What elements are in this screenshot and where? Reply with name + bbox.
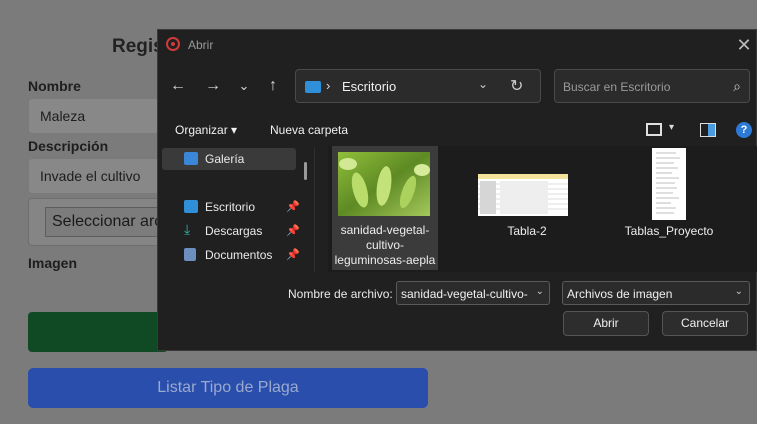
pane-divider[interactable] xyxy=(314,148,315,272)
new-folder-button[interactable]: Nueva carpeta xyxy=(270,123,348,137)
filename-value[interactable]: sanidad-vegetal-cultivo- xyxy=(401,287,531,301)
search-input[interactable]: Buscar en Escritorio ⌕ xyxy=(554,69,750,103)
open-file-dialog: Abrir ✕ ← → ⌄ ↑ › Escritorio ⌄ ↻ Buscar … xyxy=(157,29,757,351)
filetype-value: Archivos de imagen xyxy=(567,287,673,301)
description-label: Descripción xyxy=(28,138,109,154)
filename-label: Nombre de archivo: xyxy=(288,287,393,301)
preview-pane-icon[interactable] xyxy=(700,123,716,137)
navigation-pane: Galería Escritorio 📌 ⤓ Descargas 📌 Docum… xyxy=(158,146,314,272)
document-thumbnail xyxy=(652,148,686,220)
chevron-down-icon[interactable]: ⌄ xyxy=(536,286,544,297)
form-title: Regis xyxy=(112,36,164,57)
view-mode-icon[interactable] xyxy=(646,123,662,136)
desktop-folder-icon xyxy=(305,81,321,93)
spreadsheet-thumbnail xyxy=(478,174,568,216)
dialog-titlebar: Abrir ✕ xyxy=(158,30,757,60)
command-toolbar: Organizar ▾ Nueva carpeta ▾ ? xyxy=(158,116,757,146)
sidebar-item-label: Galería xyxy=(205,152,245,166)
desktop-icon xyxy=(184,200,198,213)
list-pest-types-button[interactable]: Listar Tipo de Plaga xyxy=(28,368,428,408)
download-icon: ⤓ xyxy=(184,221,191,237)
help-icon[interactable]: ? xyxy=(736,122,752,138)
choose-file-button[interactable]: Seleccionar arc xyxy=(45,207,175,237)
file-list: sanidad-vegetal-cultivo-leguminosas-aepl… xyxy=(328,146,757,272)
recent-locations-chevron-icon[interactable]: ⌄ xyxy=(232,74,256,98)
breadcrumb-escritorio[interactable]: Escritorio xyxy=(342,79,396,94)
address-bar[interactable]: › Escritorio ⌄ ↻ xyxy=(295,69,541,103)
filename-row: Nombre de archivo: sanidad-vegetal-culti… xyxy=(158,280,757,310)
file-item-tablas-proyecto[interactable]: Tablas_Proyecto xyxy=(616,146,722,270)
pea-pods-photo-thumbnail xyxy=(338,152,430,216)
file-name: Tablas_Proyecto xyxy=(624,224,714,238)
submit-button[interactable] xyxy=(28,312,168,352)
sidebar-item-documentos[interactable]: Documentos 📌 xyxy=(162,244,300,266)
app-icon xyxy=(166,37,180,51)
search-placeholder: Buscar en Escritorio xyxy=(563,80,671,94)
navigation-bar: ← → ⌄ ↑ › Escritorio ⌄ ↻ Buscar en Escri… xyxy=(158,68,757,104)
dialog-title: Abrir xyxy=(188,38,214,52)
chevron-down-icon[interactable]: ⌄ xyxy=(735,286,743,297)
breadcrumb-separator-icon: › xyxy=(326,78,331,93)
file-item-tabla-2[interactable]: Tabla-2 xyxy=(474,146,580,270)
filetype-select[interactable]: Archivos de imagen ⌄ xyxy=(562,281,750,305)
refresh-icon[interactable]: ↻ xyxy=(510,76,523,96)
name-label: Nombre xyxy=(28,78,81,94)
sidebar-item-galeria[interactable]: Galería xyxy=(162,148,296,170)
sidebar-item-label: Documentos xyxy=(205,248,273,262)
sidebar-item-label: Descargas xyxy=(205,224,263,238)
sidebar-item-label: Escritorio xyxy=(205,200,256,214)
forward-arrow-icon[interactable]: → xyxy=(201,74,225,98)
name-field[interactable]: Maleza xyxy=(28,98,168,134)
close-icon[interactable]: ✕ xyxy=(732,33,756,57)
sidebar-item-descargas[interactable]: ⤓ Descargas 📌 xyxy=(162,220,300,242)
file-name: Tabla-2 xyxy=(507,224,547,238)
pin-icon: 📌 xyxy=(286,225,300,237)
file-name: sanidad-vegetal-cultivo-leguminosas-aepl… xyxy=(334,223,436,267)
pin-icon: 📌 xyxy=(286,201,300,213)
address-dropdown-chevron-icon[interactable]: ⌄ xyxy=(478,77,488,91)
filename-combobox[interactable]: sanidad-vegetal-cultivo- ⌄ xyxy=(396,281,550,305)
file-item-sanidad-vegetal[interactable]: sanidad-vegetal-cultivo-leguminosas-aepl… xyxy=(332,146,438,270)
search-icon[interactable]: ⌕ xyxy=(733,78,741,95)
sidebar-scrollbar[interactable] xyxy=(304,162,307,180)
sidebar-item-escritorio[interactable]: Escritorio 📌 xyxy=(162,196,300,218)
up-arrow-icon[interactable]: ↑ xyxy=(261,74,285,98)
cancel-button[interactable]: Cancelar xyxy=(662,311,748,336)
file-input-container: Seleccionar arc xyxy=(28,198,175,246)
pin-icon: 📌 xyxy=(286,249,300,261)
back-arrow-icon[interactable]: ← xyxy=(166,74,190,98)
description-field[interactable]: Invade el cultivo xyxy=(28,158,168,194)
organize-menu-button[interactable]: Organizar ▾ xyxy=(175,123,237,137)
open-button[interactable]: Abrir xyxy=(563,311,649,336)
documents-icon xyxy=(184,248,196,261)
gallery-icon xyxy=(184,152,198,165)
view-mode-chevron-icon[interactable]: ▾ xyxy=(669,122,674,133)
image-label: Imagen xyxy=(28,255,78,271)
